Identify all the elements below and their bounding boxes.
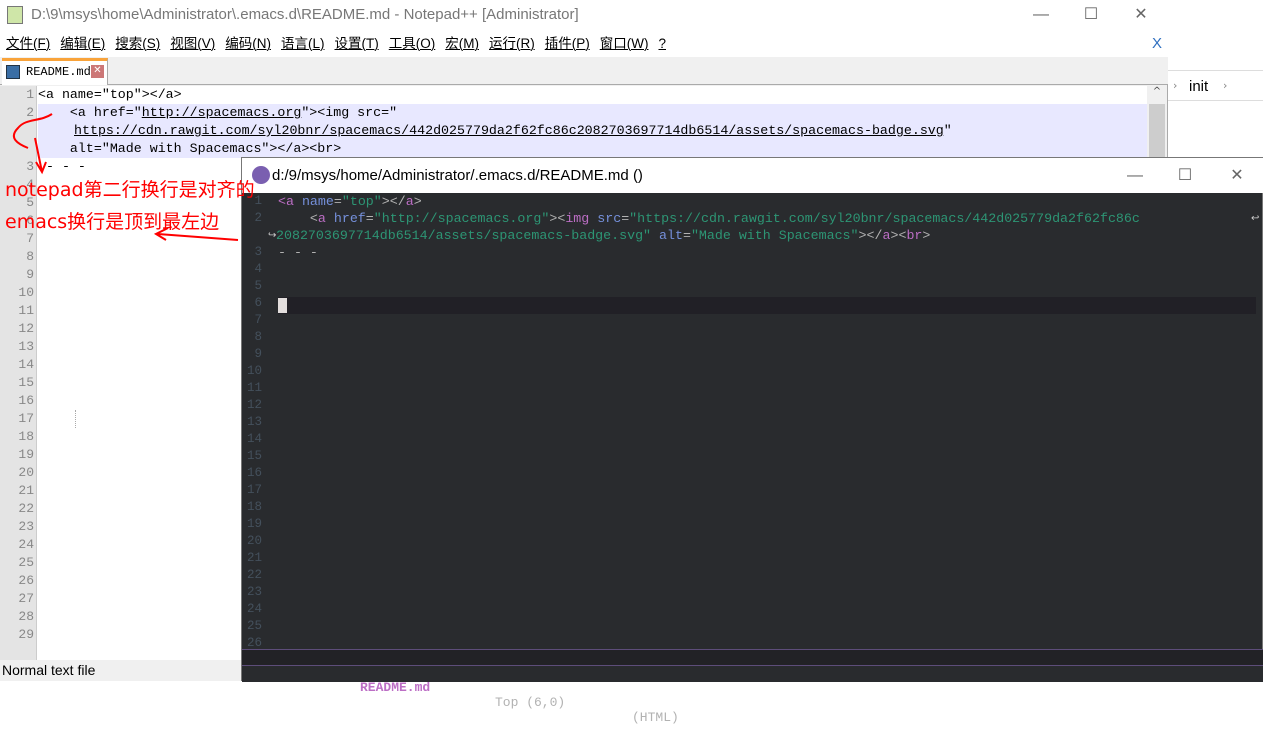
emacs-line-number: 9 bbox=[254, 347, 262, 361]
menu-window[interactable]: 窗口(W) bbox=[600, 36, 649, 51]
emacs-line-number: 4 bbox=[254, 262, 262, 276]
chevron-right-icon: › bbox=[1223, 79, 1228, 92]
chevron-right-icon: › bbox=[1173, 79, 1178, 92]
emacs-line-number: 7 bbox=[254, 313, 262, 327]
emacs-line-number: 16 bbox=[246, 466, 262, 480]
menu-language[interactable]: 语言(L) bbox=[281, 36, 325, 51]
emacs-line-number: 18 bbox=[246, 500, 262, 514]
emacs-line-number: 25 bbox=[246, 619, 262, 633]
menu-encoding[interactable]: 编码(N) bbox=[225, 36, 271, 51]
emacs-title-bar: d:/9/msys/home/Administrator/.emacs.d/RE… bbox=[242, 158, 1263, 193]
line-number: 19 bbox=[18, 447, 34, 462]
line-number: 10 bbox=[18, 285, 34, 300]
line-number: 29 bbox=[18, 627, 34, 642]
emacs-close-button[interactable]: ✕ bbox=[1214, 158, 1260, 188]
title-bar: D:\9\msys\home\Administrator\.emacs.d\RE… bbox=[0, 0, 1168, 30]
emacs-line-number: 20 bbox=[246, 534, 262, 548]
emacs-line-number: 24 bbox=[246, 602, 262, 616]
emacs-line-number: 21 bbox=[246, 551, 262, 565]
emacs-line-3: - - - bbox=[278, 245, 318, 260]
emacs-line-number: 5 bbox=[254, 279, 262, 293]
line-number: 27 bbox=[18, 591, 34, 606]
window-title: D:\9\msys\home\Administrator\.emacs.d\RE… bbox=[31, 6, 579, 23]
line-number: 13 bbox=[18, 339, 34, 354]
line-number: 14 bbox=[18, 357, 34, 372]
line-number: 20 bbox=[18, 465, 34, 480]
menu-edit[interactable]: 编辑(E) bbox=[60, 36, 105, 51]
menu-run[interactable]: 运行(R) bbox=[489, 36, 535, 51]
menu-bar: 文件(F) 编辑(E) 搜索(S) 视图(V) 编码(N) 语言(L) 设置(T) 工具(O)… bbox=[0, 30, 1168, 57]
tab-bar: README.md ✕ bbox=[0, 57, 1168, 85]
emacs-line-number: 13 bbox=[246, 415, 262, 429]
notepad-app-icon bbox=[7, 6, 23, 24]
indent-guide bbox=[75, 410, 76, 428]
line-number: 11 bbox=[18, 303, 34, 318]
menu-macro[interactable]: 宏(M) bbox=[445, 36, 479, 51]
emacs-maximize-button[interactable]: ☐ bbox=[1162, 158, 1208, 188]
emacs-line-number: 22 bbox=[246, 568, 262, 582]
emacs-line-number: 14 bbox=[246, 432, 262, 446]
annotation-notepad: notepad第二行换行是对齐的 bbox=[5, 179, 255, 201]
line-number: 9 bbox=[26, 267, 34, 282]
menu-settings[interactable]: 设置(T) bbox=[335, 36, 379, 51]
emacs-line-number: 6 bbox=[254, 296, 262, 310]
line-number: 25 bbox=[18, 555, 34, 570]
down-arrow-icon bbox=[34, 137, 47, 175]
emacs-line-number: 10 bbox=[246, 364, 262, 378]
close-button[interactable]: ✕ bbox=[1118, 0, 1164, 30]
line-number: 16 bbox=[18, 393, 34, 408]
curly-bracket-mark bbox=[12, 113, 53, 149]
emacs-echo-area[interactable] bbox=[242, 666, 1263, 682]
emacs-line-number: 8 bbox=[254, 330, 262, 344]
emacs-line-number: 17 bbox=[246, 483, 262, 497]
line-number: 22 bbox=[18, 501, 34, 516]
minimize-button[interactable]: — bbox=[1018, 0, 1064, 30]
tab-readme[interactable]: README.md ✕ bbox=[2, 58, 108, 85]
emacs-line-number: 23 bbox=[246, 585, 262, 599]
menu-view[interactable]: 视图(V) bbox=[170, 36, 215, 51]
line-number: 24 bbox=[18, 537, 34, 552]
line-number: 15 bbox=[18, 375, 34, 390]
menu-plugins[interactable]: 插件(P) bbox=[545, 36, 590, 51]
line-number: 12 bbox=[18, 321, 34, 336]
menu-file[interactable]: 文件(F) bbox=[6, 36, 50, 51]
emacs-mode-line: -(Unix)**- README.md Top (6,0) (HTML) bbox=[242, 649, 1263, 725]
tab-close-icon[interactable]: ✕ bbox=[91, 65, 104, 78]
emacs-window-title: d:/9/msys/home/Administrator/.emacs.d/RE… bbox=[272, 167, 643, 184]
emacs-line-number: 15 bbox=[246, 449, 262, 463]
maximize-button[interactable]: ☐ bbox=[1068, 0, 1114, 30]
emacs-line-number: 19 bbox=[246, 517, 262, 531]
menu-search[interactable]: 搜索(S) bbox=[115, 36, 160, 51]
emacs-line-2-wrap: 2082703697714db6514/assets/spacemacs-bad… bbox=[276, 228, 931, 243]
modeline-buffer-name: README.md bbox=[360, 680, 431, 695]
line-number: 23 bbox=[18, 519, 34, 534]
emacs-line-number: 11 bbox=[246, 381, 262, 395]
scroll-up-icon[interactable]: ^ bbox=[1150, 86, 1164, 102]
breadcrumb-item[interactable]: init bbox=[1189, 78, 1208, 95]
current-line-highlight bbox=[278, 297, 1256, 314]
annotation-emacs: emacs换行是顶到最左边 bbox=[5, 211, 220, 233]
emacs-line-1: <a name="top"></a> bbox=[278, 194, 422, 209]
line-number: 18 bbox=[18, 429, 34, 444]
emacs-line-number: 12 bbox=[246, 398, 262, 412]
emacs-line-numbers: 1 2 3 4 5 6 7 8 9 10 11 12 13 14 15 16 17 18 19 20 21 22 23 24 2… bbox=[242, 193, 264, 650]
line-number: 26 bbox=[18, 573, 34, 588]
modeline-position: Top (6,0) bbox=[495, 695, 566, 710]
line-number: 8 bbox=[26, 249, 34, 264]
menu-tools[interactable]: 工具(O) bbox=[389, 36, 436, 51]
text-cursor bbox=[278, 298, 287, 313]
emacs-window: d:/9/msys/home/Administrator/.emacs.d/RE… bbox=[241, 157, 1263, 725]
tab-label: README.md bbox=[26, 65, 91, 79]
line-number: 28 bbox=[18, 609, 34, 624]
emacs-buffer[interactable]: 1 2 3 4 5 6 7 8 9 10 11 12 13 14 15 16 17 18 19 20 21 22 23 24 2… bbox=[242, 193, 1263, 650]
line-number: 17 bbox=[18, 411, 34, 426]
emacs-line-2: <a href="http://spacemacs.org"><img src=… bbox=[278, 211, 1140, 226]
save-icon bbox=[6, 65, 20, 79]
menu-help[interactable]: ? bbox=[658, 36, 666, 51]
modeline-major-mode: (HTML) bbox=[632, 710, 679, 725]
emacs-minimize-button[interactable]: — bbox=[1112, 158, 1158, 188]
wrap-arrow-icon: ↩ bbox=[1251, 213, 1260, 224]
close-document-button[interactable]: X bbox=[1152, 30, 1162, 57]
line-number: 21 bbox=[18, 483, 34, 498]
